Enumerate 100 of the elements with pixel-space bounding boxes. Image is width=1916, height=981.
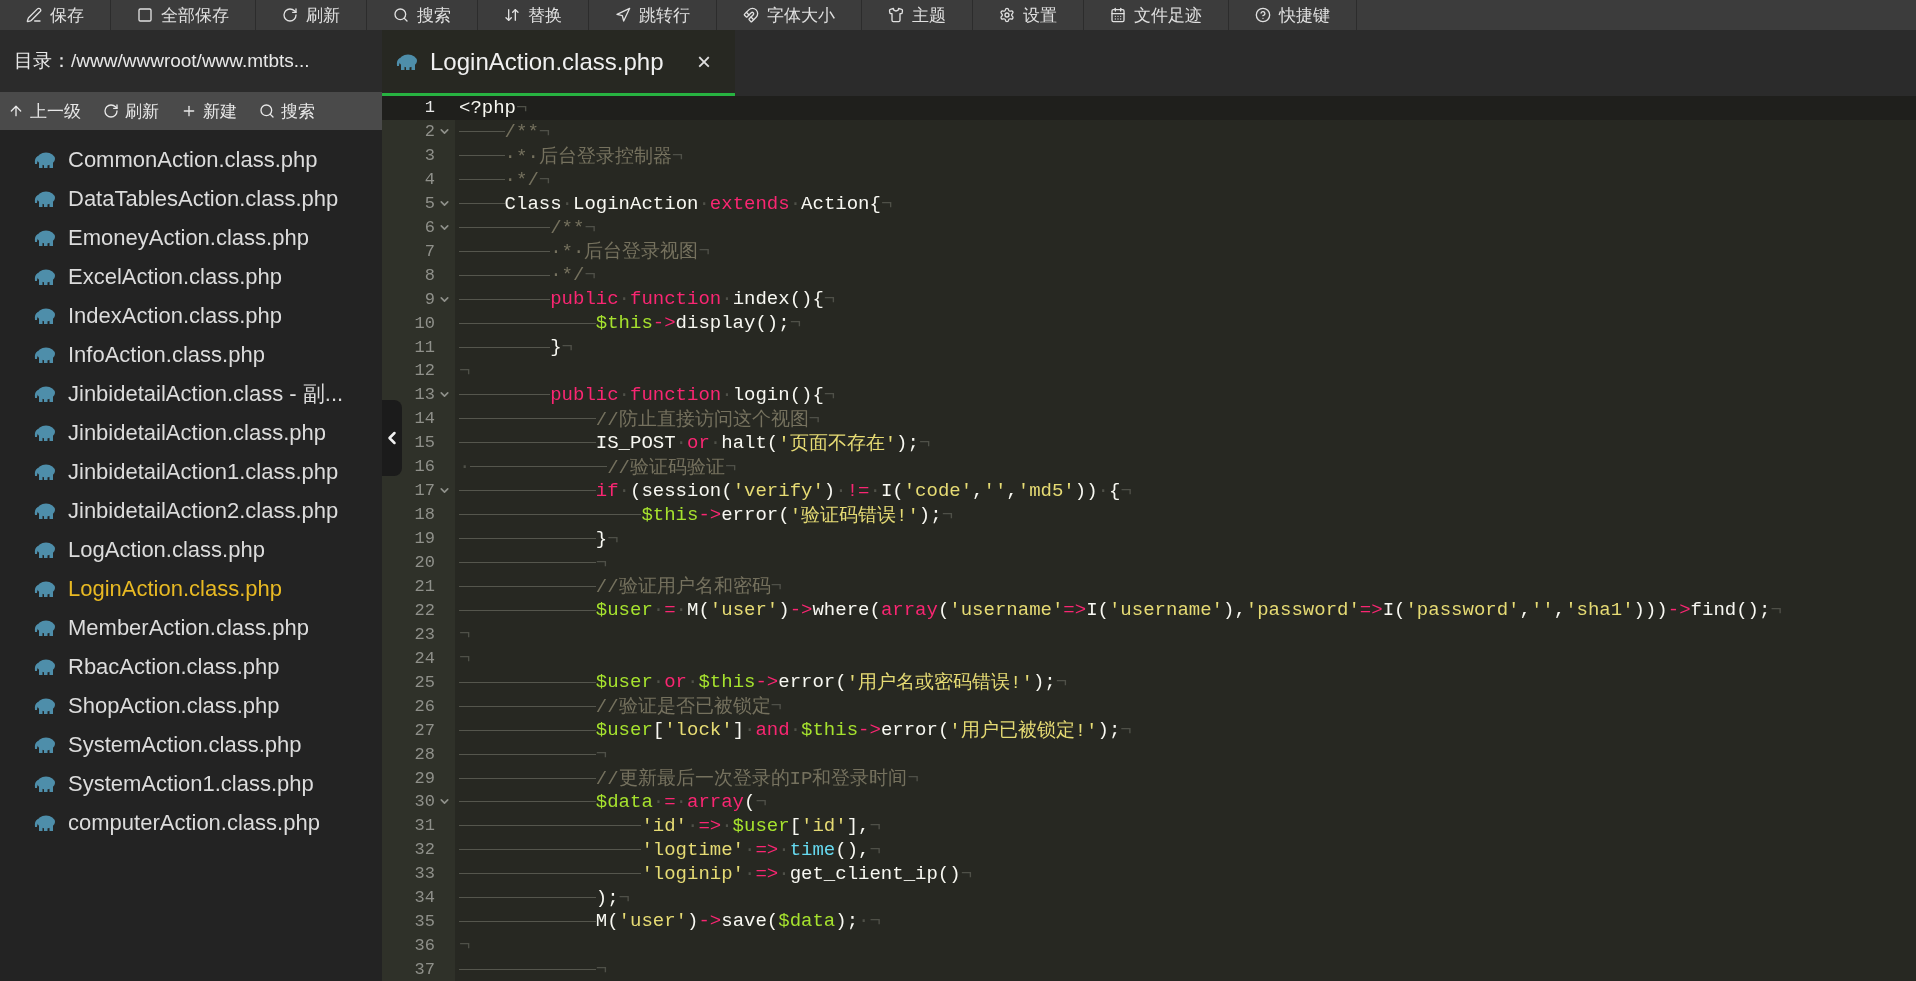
square-icon [137,7,153,23]
line-number: 37 [414,959,435,979]
elephant-icon [34,501,56,520]
code-line: $user['lock']·and·$this->error('用户已被锁定!');¬ [455,718,1916,743]
line-number: 10 [414,313,435,333]
file-item[interactable]: JinbidetailAction1.class.php [0,452,382,491]
elephant-icon [34,735,56,754]
file-item[interactable]: RbacAction.class.php [0,647,382,686]
line-number: 23 [414,624,435,644]
code-line: //防止直接访问这个视图¬ [455,406,1916,431]
elephant-icon [34,228,56,247]
code-line: ·*·后台登录视图¬ [455,239,1916,264]
elephant-icon [34,384,56,403]
close-button[interactable]: × [693,47,715,76]
line-number: 5 [424,194,435,214]
line-number: 20 [414,553,435,572]
elephant-icon [34,657,56,676]
line-number: 21 [414,576,435,596]
refresh-icon [103,103,119,119]
file-item[interactable]: DataTablesAction.class.php [0,179,382,218]
line-number: 14 [414,409,435,429]
line-number: 32 [414,840,435,860]
line-number: 17 [414,481,435,501]
file-item[interactable]: MemberAction.class.php [0,608,382,647]
navigation-arrow-icon [615,7,631,23]
code-line: if·(session('verify')·!=·I('code','','md5'))·{¬ [455,478,1916,503]
line-number: 4 [424,170,435,190]
line-number: 29 [414,768,435,788]
collapse-sidebar-button[interactable] [382,400,402,476]
sidebar-action-button[interactable]: 搜索 [251,92,329,130]
elephant-icon [34,696,56,715]
file-item[interactable]: SystemAction.class.php [0,725,382,764]
code-line: $this->display();¬ [455,311,1916,336]
file-item[interactable]: JinbidetailAction.class - 副... [0,374,382,413]
code-line: //验证用户名和密码¬ [455,574,1916,599]
elephant-icon [34,423,56,442]
code-line: /**¬ [455,119,1916,144]
code-line: ·*/¬ [455,167,1916,192]
code-line: 'id'·=>·$user['id'],¬ [455,813,1916,838]
code-line: M('user')->save($data);·¬ [455,909,1916,934]
code-line: ·*·后台登录控制器¬ [455,143,1916,168]
line-number: 36 [414,935,435,955]
code-line: $user·=·M('user')->where(array('username'=>I('username'),'password'=>I('password','','sha1')))->find();¬ [455,598,1916,623]
code-line: public·function·index(){¬ [455,287,1916,312]
code-line: ·*/¬ [455,263,1916,288]
plus-icon [181,103,197,119]
elephant-icon [34,345,56,364]
file-item[interactable]: JinbidetailAction.class.php [0,413,382,452]
file-item[interactable]: InfoAction.class.php [0,335,382,374]
line-number: 27 [414,720,435,740]
file-item[interactable]: EmoneyAction.class.php [0,218,382,257]
line-number: 9 [424,289,435,309]
file-item[interactable]: LogAction.class.php [0,530,382,569]
arrows-icon [504,7,520,23]
line-number: 34 [414,888,435,908]
line-number: 11 [414,337,435,357]
file-item[interactable]: LoginAction.class.php [0,569,382,608]
sidebar-action-button[interactable]: 新建 [173,92,251,130]
elephant-icon [34,462,56,481]
sidebar-action-button[interactable]: 刷新 [95,92,173,130]
editor-tab[interactable]: LoginAction.class.php × [382,30,735,96]
elephant-icon [34,306,56,325]
search-icon [259,103,275,119]
line-number: 22 [414,600,435,620]
file-item[interactable]: SystemAction1.class.php [0,764,382,803]
code-line: /**¬ [455,215,1916,240]
shirt-icon [888,7,904,23]
magnet-icon [743,7,759,23]
sidebar-action-button[interactable]: 上一级 [0,92,95,130]
elephant-icon [34,189,56,208]
code-line: · //验证码验证¬ [458,454,738,479]
elephant-icon [34,150,56,169]
file-item[interactable]: IndexAction.class.php [0,296,382,335]
search-icon [393,7,409,23]
file-item[interactable]: CommonAction.class.php [0,140,382,179]
file-item[interactable]: computerAction.class.php [0,803,382,842]
line-number: 13 [414,385,435,405]
line-number: 31 [414,816,435,836]
code-line: }¬ [455,526,1916,551]
line-number: 7 [424,241,435,261]
line-number: 8 [424,265,435,285]
code-line: //验证是否已被锁定¬ [455,694,1916,719]
file-item[interactable]: ExcelAction.class.php [0,257,382,296]
line-number: 2 [424,122,435,142]
line-number: 30 [414,792,435,812]
file-item[interactable]: ShopAction.class.php [0,686,382,725]
elephant-icon [34,774,56,793]
calendar-icon [1110,7,1126,23]
line-number: 6 [424,218,435,237]
code-line: $this->error('验证码错误!');¬ [455,502,1916,527]
code-line: ¬ [458,359,472,383]
refresh-icon [282,7,298,23]
help-icon [1255,7,1271,23]
line-number: 35 [414,911,435,931]
line-number: 28 [414,744,435,764]
line-number: 18 [414,505,435,525]
arrow-up-icon [8,103,24,119]
code-line: );¬ [455,885,1916,910]
line-number: 1 [424,98,435,118]
file-item[interactable]: JinbidetailAction2.class.php [0,491,382,530]
